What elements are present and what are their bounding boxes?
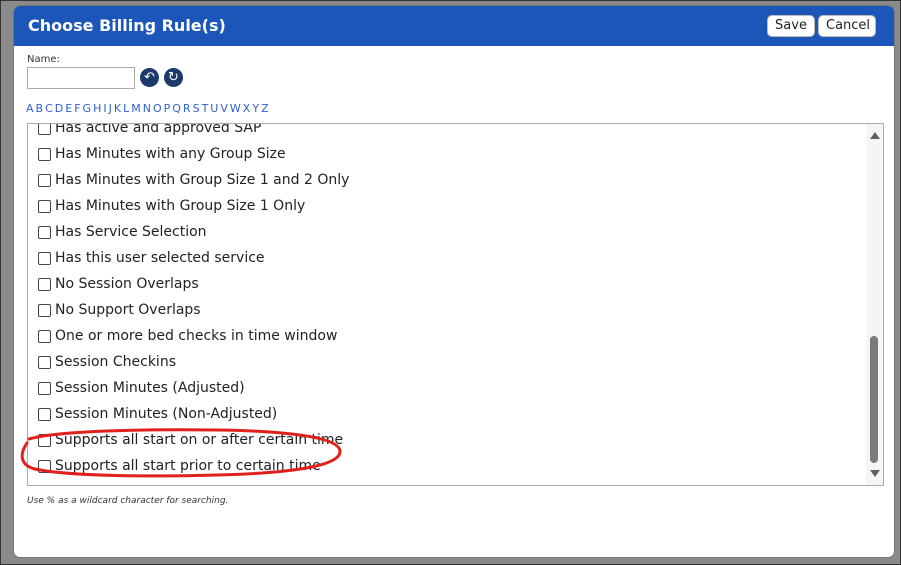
alpha-filter-letter[interactable]: P	[164, 102, 171, 115]
undo-icon[interactable]: ↶	[140, 68, 159, 87]
rule-label: Supports all start on or after certain t…	[55, 432, 344, 448]
rule-label: Session Minutes (Adjusted)	[55, 380, 245, 396]
alpha-filter-letter[interactable]: V	[220, 102, 228, 115]
dialog-title: Choose Billing Rule(s)	[28, 16, 226, 35]
alpha-filter-letter[interactable]: G	[83, 102, 92, 115]
alpha-filter-letter[interactable]: R	[183, 102, 191, 115]
list-scrollbar[interactable]	[866, 124, 883, 485]
rule-checkbox[interactable]	[38, 381, 51, 395]
rule-list-item[interactable]: No Support Overlaps	[28, 297, 868, 323]
rule-checkbox[interactable]	[38, 251, 51, 265]
alpha-filter-letter[interactable]: O	[153, 102, 162, 115]
alpha-filter-letter[interactable]: K	[114, 102, 121, 115]
scroll-thumb[interactable]	[870, 336, 878, 463]
rule-list-item[interactable]: Has Minutes with Group Size 1 and 2 Only	[28, 167, 868, 193]
alphabet-filter: ABCDEFGHIJKLMNOPQRSTUVWXYZ	[26, 102, 271, 115]
dialog-titlebar: Choose Billing Rule(s) Save Cancel	[14, 6, 894, 46]
rule-checkbox[interactable]	[38, 124, 51, 135]
rule-list-item[interactable]: Has this user selected service	[28, 245, 868, 271]
alpha-filter-letter[interactable]: C	[45, 102, 53, 115]
alpha-filter-letter[interactable]: F	[74, 102, 80, 115]
rule-checkbox[interactable]	[38, 277, 51, 291]
rule-checkbox[interactable]	[38, 225, 51, 239]
alpha-filter-letter[interactable]: S	[193, 102, 200, 115]
rule-checkbox[interactable]	[38, 303, 51, 317]
rule-checkbox[interactable]	[38, 355, 51, 369]
name-search-input[interactable]	[27, 67, 135, 89]
alpha-filter-letter[interactable]: M	[131, 102, 141, 115]
alpha-filter-letter[interactable]: Q	[172, 102, 181, 115]
rule-list-item[interactable]: Supports all start on or after certain t…	[28, 427, 868, 453]
rule-list-item[interactable]: Has Minutes with any Group Size	[28, 141, 868, 167]
rule-label: Session Checkins	[55, 354, 176, 370]
rule-label: No Support Overlaps	[55, 302, 201, 318]
cancel-button[interactable]: Cancel	[818, 15, 876, 37]
alpha-filter-letter[interactable]: Z	[261, 102, 269, 115]
rule-checkbox[interactable]	[38, 407, 51, 421]
alpha-filter-letter[interactable]: T	[202, 102, 209, 115]
rule-label: Session Minutes (Non-Adjusted)	[55, 406, 278, 422]
rule-list-item[interactable]: Supports all start prior to certain time	[28, 453, 868, 479]
rule-label: Has Service Selection	[55, 224, 207, 240]
rule-list-item[interactable]: Session Minutes (Non-Adjusted)	[28, 401, 868, 427]
alpha-filter-letter[interactable]: J	[109, 102, 112, 115]
rule-checkbox[interactable]	[38, 459, 51, 473]
rule-label: No Session Overlaps	[55, 276, 199, 292]
rule-list-item[interactable]: Has Service Selection	[28, 219, 868, 245]
alpha-filter-letter[interactable]: Y	[252, 102, 259, 115]
save-button[interactable]: Save	[767, 15, 815, 37]
scroll-up-icon[interactable]	[870, 132, 880, 139]
rule-checkbox[interactable]	[38, 329, 51, 343]
rule-list-item[interactable]: Has Minutes with Group Size 1 Only	[28, 193, 868, 219]
rule-checkbox[interactable]	[38, 147, 51, 161]
wildcard-hint: Use % as a wildcard character for search…	[27, 496, 229, 506]
alpha-filter-letter[interactable]: B	[36, 102, 44, 115]
billing-rule-dialog: Choose Billing Rule(s) Save Cancel Name:…	[14, 6, 894, 557]
rule-label: Has Minutes with any Group Size	[55, 146, 286, 162]
rule-label: Has active and approved SAP	[55, 123, 262, 136]
rule-list-item[interactable]: Has active and approved SAP	[28, 123, 868, 141]
rule-label: Has Minutes with Group Size 1 and 2 Only	[55, 172, 350, 188]
alpha-filter-letter[interactable]: N	[143, 102, 151, 115]
rule-checkbox[interactable]	[38, 199, 51, 213]
alpha-filter-letter[interactable]: I	[103, 102, 106, 115]
rule-list-item[interactable]: One or more bed checks in time window	[28, 323, 868, 349]
alpha-filter-letter[interactable]: H	[93, 102, 101, 115]
rule-label: Has Minutes with Group Size 1 Only	[55, 198, 306, 214]
alpha-filter-letter[interactable]: X	[243, 102, 251, 115]
billing-rule-list: Has active and approved SAP Has Minutes w…	[27, 123, 884, 486]
rule-checkbox[interactable]	[38, 173, 51, 187]
alpha-filter-letter[interactable]: U	[210, 102, 218, 115]
name-label: Name:	[27, 54, 60, 65]
rule-list-item[interactable]: Session Checkins	[28, 349, 868, 375]
rule-checkbox[interactable]	[38, 433, 51, 447]
alpha-filter-letter[interactable]: L	[123, 102, 129, 115]
rule-list-item[interactable]: No Session Overlaps	[28, 271, 868, 297]
alpha-filter-letter[interactable]: D	[55, 102, 63, 115]
alpha-filter-letter[interactable]: E	[65, 102, 72, 115]
rule-label: Supports all start prior to certain time	[55, 458, 321, 474]
alpha-filter-letter[interactable]: A	[26, 102, 34, 115]
rule-label: One or more bed checks in time window	[55, 328, 338, 344]
alpha-filter-letter[interactable]: W	[230, 102, 241, 115]
rule-label: Has this user selected service	[55, 250, 265, 266]
refresh-icon[interactable]: ↻	[164, 68, 183, 87]
scroll-down-icon[interactable]	[870, 470, 880, 477]
rule-list-item[interactable]: Session Minutes (Adjusted)	[28, 375, 868, 401]
